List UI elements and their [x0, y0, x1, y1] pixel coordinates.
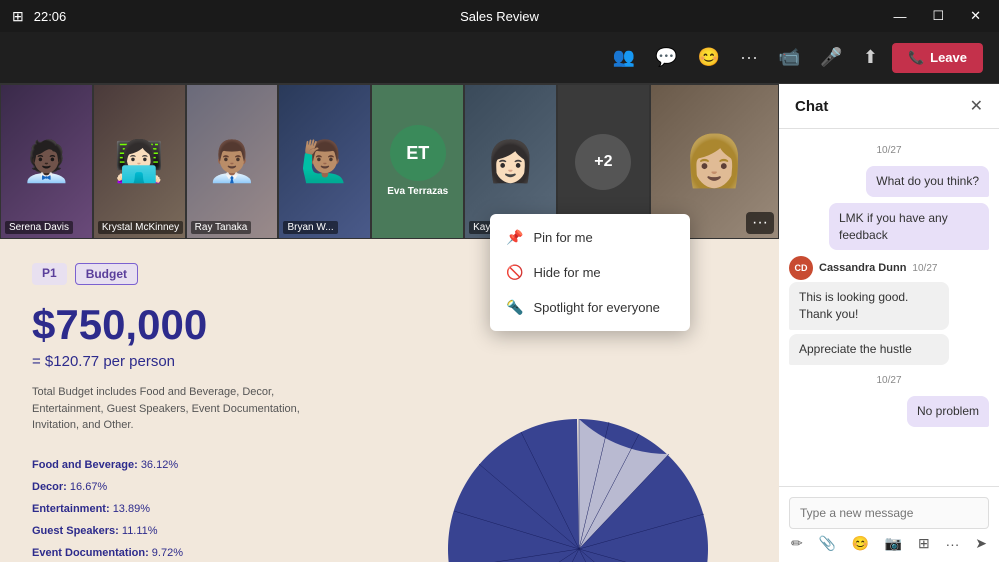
- item-label-0: Food and Beverage:: [32, 459, 138, 471]
- item-label-2: Entertainment:: [32, 503, 110, 515]
- tag-budget: Budget: [75, 263, 138, 285]
- chat-panel: Chat ✕ 10/27 What do you think? LMK if y…: [779, 84, 999, 562]
- people-icon[interactable]: 👥: [607, 41, 641, 74]
- context-menu-spotlight-label: Spotlight for everyone: [533, 300, 659, 315]
- minimize-button[interactable]: —: [887, 7, 912, 26]
- avatar-cassandra: CD: [789, 256, 813, 280]
- plus-badge: +2: [575, 134, 631, 190]
- reaction-icon[interactable]: 😊: [692, 41, 726, 74]
- mic-icon[interactable]: 🎤: [814, 41, 848, 74]
- context-menu-spotlight[interactable]: 🔦 Spotlight for everyone: [490, 290, 690, 325]
- participant-name-eva: Eva Terrazas: [383, 185, 452, 198]
- chat-message-2: This is looking good. Thank you!: [789, 282, 949, 330]
- participant-tile-ray[interactable]: 👨🏽‍💼 Ray Tanaka: [186, 84, 279, 239]
- context-menu: 📌 Pin for me 🚫 Hide for me 🔦 Spotlight f…: [490, 214, 690, 331]
- chat-date-1: 10/27: [789, 375, 989, 386]
- participant-face-bryan: 🙋🏽‍♂️: [279, 85, 370, 238]
- maximize-button[interactable]: ☐: [926, 6, 950, 26]
- more-options-icon[interactable]: ···: [734, 41, 764, 74]
- participant-tile-serena[interactable]: 🧑🏿‍💼 Serena Davis: [0, 84, 93, 239]
- send-icon[interactable]: ➤: [975, 535, 987, 552]
- attach-icon[interactable]: 📎: [818, 535, 835, 552]
- chat-toolbar: ✏ 📎 😊 📷 ⊞ ··· ➤: [789, 535, 989, 552]
- item-val-2: 13.89%: [113, 503, 150, 515]
- context-menu-pin[interactable]: 📌 Pin for me: [490, 220, 690, 255]
- avatar-initials-eva: ET: [390, 125, 446, 181]
- context-menu-hide-label: Hide for me: [533, 265, 600, 280]
- participant-name-ray: Ray Tanaka: [191, 221, 252, 234]
- participant-tile-eva[interactable]: ET Eva Terrazas: [371, 84, 464, 239]
- participant-face-ray: 👨🏽‍💼: [187, 85, 278, 238]
- hide-icon: 🚫: [506, 264, 523, 281]
- chat-message-3: Appreciate the hustle: [789, 334, 949, 365]
- grid-icon[interactable]: ⊞: [918, 535, 930, 552]
- pie-chart-svg: [429, 409, 729, 562]
- window-controls: — ☐ ✕: [887, 6, 987, 26]
- title-bar: ⊞ 22:06 Sales Review — ☐ ✕: [0, 0, 999, 32]
- chat-message-0: What do you think?: [866, 166, 989, 197]
- item-val-3: 11.11%: [122, 525, 158, 537]
- pin-icon: 📌: [506, 229, 523, 246]
- spotlight-icon: 🔦: [506, 299, 523, 316]
- chat-input-area: ✏ 📎 😊 📷 ⊞ ··· ➤: [779, 486, 999, 562]
- participant-tile-krystal[interactable]: 👩🏻‍💻 Krystal McKinney: [93, 84, 186, 239]
- item-val-1: 16.67%: [70, 481, 107, 493]
- per-person: = $120.77 per person: [32, 353, 747, 370]
- leave-phone-icon: 📞: [908, 50, 924, 66]
- participant-name-krystal: Krystal McKinney: [98, 221, 183, 234]
- title-bar-left: ⊞ 22:06: [12, 8, 66, 25]
- tile-more-button[interactable]: ···: [746, 212, 774, 234]
- context-menu-pin-label: Pin for me: [533, 230, 592, 245]
- msg-time-cassandra: 10/27: [912, 263, 937, 274]
- leave-label: Leave: [930, 50, 967, 65]
- leave-button[interactable]: 📞 Leave: [892, 43, 983, 73]
- chat-title: Chat: [795, 98, 828, 115]
- item-label-4: Event Documentation:: [32, 547, 149, 559]
- sender-name-cassandra: Cassandra Dunn: [819, 262, 906, 274]
- item-val-4: 9.72%: [152, 547, 183, 559]
- share-icon[interactable]: ⬆: [857, 41, 884, 74]
- video-area: 🧑🏿‍💼 Serena Davis 👩🏻‍💻 Krystal McKinney …: [0, 84, 779, 562]
- context-menu-hide[interactable]: 🚫 Hide for me: [490, 255, 690, 290]
- window-title: Sales Review: [460, 9, 539, 24]
- chat-incoming-cassandra: CD Cassandra Dunn 10/27 This is looking …: [789, 256, 989, 364]
- chat-messages: 10/27 What do you think? LMK if you have…: [779, 129, 999, 486]
- format-icon[interactable]: ✏: [791, 535, 803, 552]
- chat-date-0: 10/27: [789, 145, 989, 156]
- chat-icon[interactable]: 💬: [649, 41, 683, 74]
- chat-header: Chat ✕: [779, 84, 999, 129]
- app-grid-icon[interactable]: ⊞: [12, 8, 24, 25]
- participant-face-serena: 🧑🏿‍💼: [1, 85, 92, 238]
- item-label-1: Decor:: [32, 481, 67, 493]
- chat-close-button[interactable]: ✕: [970, 96, 983, 116]
- chat-input[interactable]: [789, 497, 989, 529]
- participant-avatar-eva: ET Eva Terrazas: [372, 85, 463, 238]
- sender-row-cassandra: CD Cassandra Dunn 10/27: [789, 256, 989, 280]
- participant-name-bryan: Bryan W...: [283, 221, 337, 234]
- more-chat-icon[interactable]: ···: [945, 536, 959, 552]
- title-time: 22:06: [34, 9, 67, 24]
- emoji-icon[interactable]: 😊: [852, 535, 869, 552]
- meeting-toolbar: 👥 💬 😊 ··· 📹 🎤 ⬆ 📞 Leave: [0, 32, 999, 84]
- camera-icon[interactable]: 📹: [772, 41, 806, 74]
- tag-p1: P1: [32, 263, 67, 285]
- chat-message-4: No problem: [907, 396, 989, 427]
- participant-name-serena: Serena Davis: [5, 221, 73, 234]
- item-label-3: Guest Speakers:: [32, 525, 119, 537]
- slide-note: Total Budget includes Food and Beverage,…: [32, 384, 312, 434]
- participant-face-krystal: 👩🏻‍💻: [94, 85, 185, 238]
- image-icon[interactable]: 📷: [885, 535, 902, 552]
- participant-tile-bryan[interactable]: 🙋🏽‍♂️ Bryan W...: [278, 84, 371, 239]
- close-button[interactable]: ✕: [964, 6, 987, 26]
- chat-message-1: LMK if you have any feedback: [829, 203, 989, 251]
- pie-chart: [429, 409, 749, 562]
- main-content: 🧑🏿‍💼 Serena Davis 👩🏻‍💻 Krystal McKinney …: [0, 84, 999, 562]
- item-val-0: 36.12%: [141, 459, 178, 471]
